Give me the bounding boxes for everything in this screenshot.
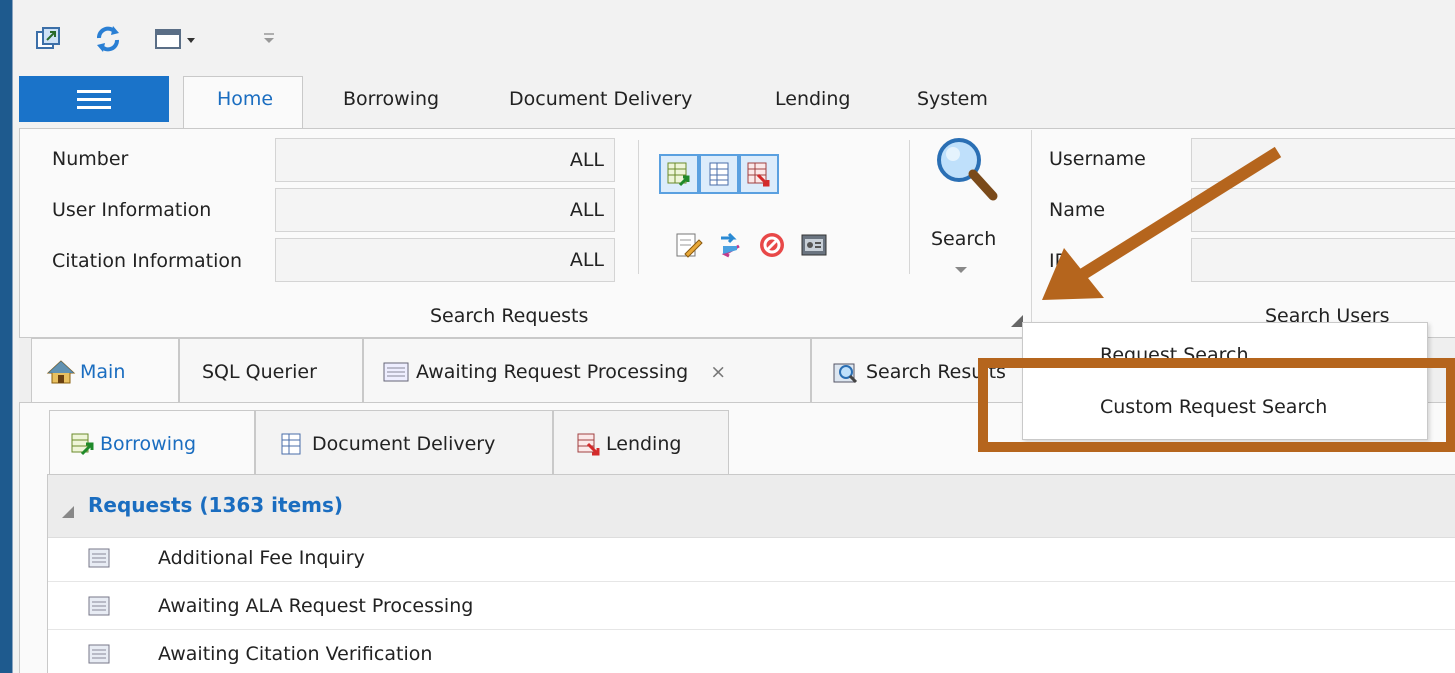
home-icon	[46, 359, 76, 385]
grid-group-header[interactable]: Requests (1363 items)	[48, 475, 1455, 538]
row-label: Awaiting ALA Request Processing	[158, 595, 474, 617]
tab-home[interactable]: Home	[217, 88, 273, 110]
borrowing-filter-icon[interactable]	[659, 154, 699, 194]
tab-lending[interactable]: Lending	[775, 88, 850, 110]
user-information-field[interactable]: ALL	[275, 188, 615, 232]
tab-main-label: Main	[80, 360, 126, 383]
user-information-label: User Information	[52, 199, 212, 221]
grid-group-title: Requests (1363 items)	[88, 493, 344, 517]
tab-main[interactable]: Main	[31, 338, 179, 404]
refresh-icon[interactable]	[93, 24, 119, 52]
borrowing-icon	[70, 432, 96, 456]
tab-awaiting-label: Awaiting Request Processing	[416, 360, 689, 383]
table-row[interactable]: Awaiting ALA Request Processing	[48, 585, 1455, 630]
magnifier-icon	[931, 132, 1001, 209]
document-delivery-filter-icon[interactable]	[699, 154, 739, 194]
hamburger-icon	[77, 85, 111, 114]
table-row[interactable]: Additional Fee Inquiry	[48, 537, 1455, 582]
queue-icon	[88, 548, 110, 568]
tab-system[interactable]: System	[917, 88, 988, 110]
document-delivery-icon	[280, 432, 302, 456]
application-menu-button[interactable]	[19, 76, 169, 122]
citation-information-field[interactable]: ALL	[275, 238, 615, 282]
subtab-lending[interactable]: Lending	[553, 410, 729, 476]
tab-awaiting-request-processing[interactable]: Awaiting Request Processing ×	[363, 338, 811, 404]
queue-icon	[88, 596, 110, 616]
subtab-document-delivery[interactable]: Document Delivery	[255, 410, 553, 476]
table-row[interactable]: Awaiting Citation Verification	[48, 633, 1455, 673]
ribbon-separator	[909, 140, 910, 274]
new-window-icon[interactable]	[35, 26, 61, 52]
tab-sql-label: SQL Querier	[202, 360, 317, 383]
edit-note-icon[interactable]	[669, 226, 707, 264]
lending-icon	[576, 432, 602, 456]
row-label: Awaiting Citation Verification	[158, 643, 433, 665]
number-field[interactable]: ALL	[275, 138, 615, 182]
cancel-icon[interactable]	[753, 226, 791, 264]
queue-icon	[382, 361, 410, 383]
route-arrows-icon[interactable]	[711, 226, 749, 264]
subtab-lending-label: Lending	[606, 432, 682, 455]
customize-toolbar-icon[interactable]	[261, 28, 277, 54]
search-requests-group-label: Search Requests	[430, 305, 589, 327]
annotation-highlight-box	[978, 358, 1455, 452]
subtab-borrowing[interactable]: Borrowing	[49, 410, 255, 476]
search-button[interactable]: Search	[925, 132, 1025, 273]
tab-sql-querier[interactable]: SQL Querier	[179, 338, 363, 404]
close-tab-icon[interactable]: ×	[710, 361, 726, 383]
tab-borrowing[interactable]: Borrowing	[343, 88, 439, 110]
subtab-document-delivery-label: Document Delivery	[312, 432, 496, 455]
number-label: Number	[52, 148, 129, 170]
search-button-label: Search	[931, 228, 997, 250]
annotation-arrow	[1042, 146, 1282, 300]
citation-information-label: Citation Information	[52, 250, 243, 272]
search-results-icon	[832, 360, 860, 384]
row-label: Additional Fee Inquiry	[158, 547, 365, 569]
collapse-triangle-icon[interactable]	[62, 501, 74, 523]
queue-icon	[88, 644, 110, 664]
new-document-icon[interactable]	[154, 26, 204, 52]
chevron-down-icon	[955, 258, 967, 280]
subtab-borrowing-label: Borrowing	[100, 432, 197, 455]
id-card-icon[interactable]	[795, 226, 833, 264]
requests-grid: Requests (1363 items) Additional Fee Inq…	[47, 474, 1455, 673]
ribbon-separator	[638, 140, 639, 274]
tab-document-delivery[interactable]: Document Delivery	[509, 88, 692, 110]
lending-filter-icon[interactable]	[739, 154, 779, 194]
